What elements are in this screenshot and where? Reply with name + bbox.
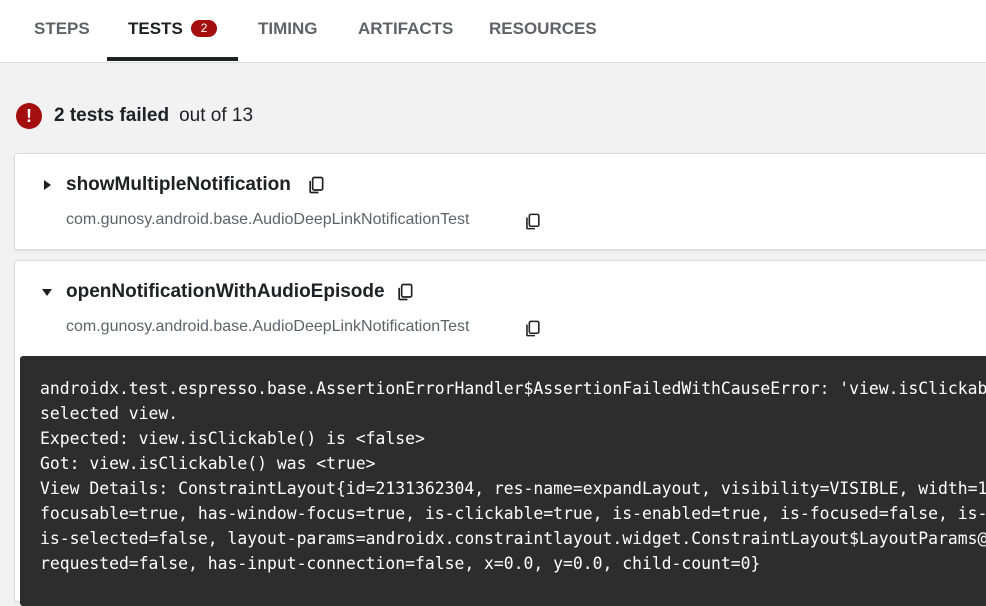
tab-bar: STEPS TESTS 2 TIMING ARTIFACTS RESOURCES: [0, 0, 986, 63]
tab-resources-label: RESOURCES: [489, 19, 597, 38]
active-tab-indicator: [107, 57, 238, 61]
caret-right-icon[interactable]: [41, 179, 53, 191]
test-name[interactable]: showMultipleNotification: [66, 174, 291, 196]
copy-icon[interactable]: [523, 212, 542, 231]
failed-tests-count: 2 tests failed: [54, 105, 170, 126]
tab-timing[interactable]: TIMING: [258, 0, 318, 62]
log-line: focusable=true, has-window-focus=true, i…: [40, 504, 986, 523]
caret-down-icon[interactable]: [41, 286, 53, 298]
log-line: selected view.: [40, 404, 179, 423]
copy-icon[interactable]: [306, 175, 326, 195]
error-icon: !: [16, 103, 42, 129]
copy-icon[interactable]: [523, 319, 542, 338]
tab-resources[interactable]: RESOURCES: [489, 0, 597, 62]
tab-timing-label: TIMING: [258, 19, 318, 38]
log-line: androidx.test.espresso.base.AssertionErr…: [40, 379, 986, 398]
log-line: requested=false, has-input-connection=fa…: [40, 554, 761, 573]
tab-tests[interactable]: TESTS 2: [128, 0, 218, 62]
test-name[interactable]: openNotificationWithAudioEpisode: [66, 281, 385, 303]
tab-artifacts[interactable]: ARTIFACTS: [358, 0, 453, 62]
log-line: Expected: view.isClickable() is <false>: [40, 429, 425, 448]
log-line: is-selected=false, layout-params=android…: [40, 529, 986, 548]
copy-icon[interactable]: [395, 282, 415, 302]
tab-tests-label: TESTS: [128, 19, 183, 38]
error-stack-trace: androidx.test.espresso.base.AssertionErr…: [20, 356, 986, 606]
tab-steps[interactable]: STEPS: [34, 0, 90, 62]
log-line: View Details: ConstraintLayout{id=213136…: [40, 479, 986, 498]
error-icon-glyph: !: [26, 105, 32, 126]
log-line: Got: view.isClickable() was <true>: [40, 454, 376, 473]
test-card: showMultipleNotification com.gunosy.andr…: [14, 153, 986, 250]
test-class-name: com.gunosy.android.base.AudioDeepLinkNot…: [66, 318, 470, 335]
total-tests-text: out of 13: [179, 105, 254, 126]
test-class-name: com.gunosy.android.base.AudioDeepLinkNot…: [66, 211, 470, 228]
failed-count-badge: 2: [190, 20, 218, 37]
tab-artifacts-label: ARTIFACTS: [358, 19, 454, 38]
test-summary: ! 2 tests failed out of 13: [16, 102, 253, 130]
tab-steps-label: STEPS: [34, 19, 90, 38]
